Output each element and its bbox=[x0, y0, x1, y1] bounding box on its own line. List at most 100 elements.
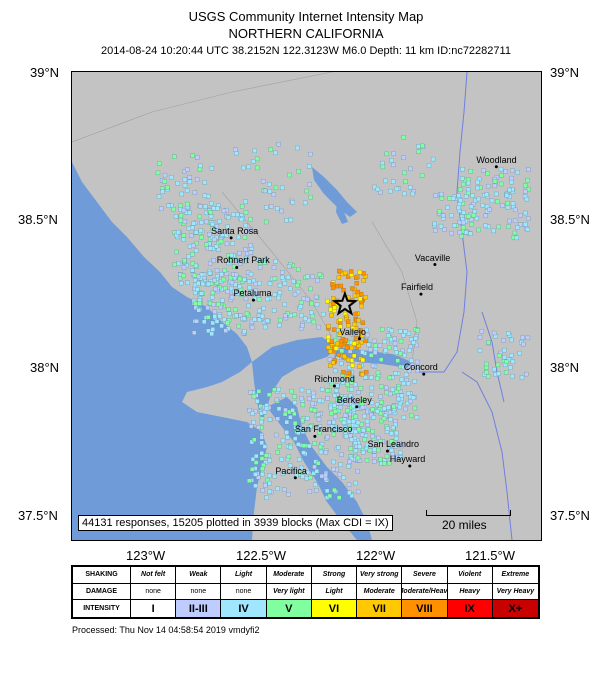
cdi-block bbox=[310, 401, 315, 406]
cdi-block bbox=[208, 246, 213, 251]
cdi-block bbox=[186, 226, 192, 231]
cdi-block bbox=[386, 405, 391, 410]
cdi-block bbox=[246, 279, 252, 284]
cdi-block bbox=[343, 434, 349, 439]
cdi-block bbox=[401, 155, 406, 160]
cdi-block bbox=[314, 302, 320, 307]
cdi-block bbox=[291, 279, 296, 284]
cdi-block bbox=[292, 291, 298, 297]
cdi-block bbox=[358, 386, 364, 391]
cdi-block-high bbox=[356, 318, 361, 323]
cdi-block bbox=[276, 142, 281, 147]
cdi-block bbox=[341, 475, 346, 480]
intensity-map[interactable]: WoodlandCarmicSacramentoSanta RosaElk Gr… bbox=[71, 71, 542, 541]
cdi-block bbox=[292, 400, 298, 405]
cdi-block bbox=[211, 302, 216, 307]
cdi-block bbox=[523, 222, 528, 227]
cdi-block bbox=[481, 168, 486, 173]
cdi-block bbox=[512, 218, 518, 223]
cdi-block bbox=[248, 243, 253, 248]
cdi-block bbox=[389, 158, 394, 163]
cdi-block bbox=[390, 387, 396, 392]
map-region: NORTHERN CALIFORNIA bbox=[228, 26, 384, 41]
cdi-block bbox=[332, 409, 338, 414]
cdi-block bbox=[175, 229, 181, 235]
cdi-block bbox=[250, 467, 255, 472]
cdi-block bbox=[307, 182, 312, 187]
cdi-block bbox=[468, 231, 473, 236]
cdi-block bbox=[419, 173, 425, 178]
cdi-block bbox=[410, 191, 415, 197]
cdi-block bbox=[231, 212, 236, 217]
cdi-block bbox=[310, 274, 315, 279]
cdi-block bbox=[510, 359, 516, 365]
cdi-block bbox=[337, 472, 342, 477]
cdi-block bbox=[178, 203, 183, 208]
city-dot bbox=[385, 449, 389, 453]
cdi-block bbox=[187, 175, 192, 180]
cdi-block bbox=[349, 437, 354, 442]
cdi-block bbox=[210, 320, 215, 326]
cdi-block bbox=[241, 316, 247, 321]
cdi-block bbox=[338, 405, 343, 410]
cdi-block bbox=[209, 295, 215, 300]
cdi-block bbox=[378, 394, 383, 399]
cdi-block bbox=[305, 416, 310, 421]
city-label: Petaluma bbox=[233, 288, 272, 299]
cdi-block bbox=[203, 204, 208, 209]
cdi-block-high bbox=[325, 298, 330, 304]
cdi-block bbox=[498, 181, 504, 187]
cdi-block bbox=[233, 147, 238, 152]
cdi-block bbox=[497, 353, 502, 358]
cdi-block bbox=[323, 450, 329, 455]
cdi-block bbox=[226, 215, 231, 220]
cdi-block bbox=[286, 454, 292, 459]
cdi-block bbox=[253, 281, 258, 287]
cdi-block bbox=[402, 191, 407, 197]
cdi-block bbox=[491, 228, 496, 234]
cdi-block bbox=[305, 274, 310, 279]
cdi-block bbox=[284, 419, 289, 425]
cdi-block bbox=[217, 313, 222, 319]
cdi-block bbox=[485, 374, 491, 379]
cdi-block bbox=[507, 218, 512, 224]
cdi-block bbox=[380, 164, 386, 170]
cdi-block bbox=[194, 177, 200, 182]
cdi-block bbox=[202, 193, 208, 198]
cdi-block bbox=[284, 430, 289, 435]
cdi-block bbox=[386, 333, 391, 338]
cdi-block bbox=[276, 387, 281, 392]
legend-shaking-cell: Weak bbox=[176, 567, 222, 584]
cdi-block bbox=[190, 153, 195, 158]
cdi-block bbox=[457, 230, 463, 235]
cdi-block bbox=[366, 342, 371, 348]
cdi-block bbox=[195, 287, 200, 292]
cdi-block bbox=[165, 185, 170, 190]
cdi-block bbox=[319, 473, 325, 479]
cdi-block bbox=[182, 219, 188, 225]
cdi-block bbox=[155, 170, 161, 176]
cdi-block bbox=[433, 228, 438, 233]
lat-label-38-left: 38°N bbox=[30, 360, 60, 375]
cdi-block bbox=[178, 213, 184, 218]
cdi-block bbox=[256, 297, 262, 302]
cdi-block bbox=[370, 428, 375, 434]
cdi-block bbox=[389, 431, 394, 436]
pacific-ocean bbox=[72, 162, 267, 540]
legend-shaking-cell: Very strong bbox=[357, 567, 403, 584]
cdi-block bbox=[346, 419, 352, 424]
cdi-block bbox=[197, 301, 202, 306]
cdi-block bbox=[271, 192, 277, 197]
cdi-block bbox=[403, 372, 409, 377]
cdi-block bbox=[292, 394, 297, 399]
cdi-block-high bbox=[329, 312, 334, 318]
cdi-block bbox=[388, 391, 393, 397]
cdi-block-high bbox=[361, 271, 366, 276]
cdi-block bbox=[499, 173, 504, 178]
cdi-block bbox=[283, 313, 288, 318]
cdi-block bbox=[420, 143, 425, 149]
cdi-block bbox=[173, 214, 179, 219]
cdi-block bbox=[317, 272, 323, 277]
cdi-block bbox=[437, 209, 442, 214]
cdi-block bbox=[510, 201, 516, 206]
